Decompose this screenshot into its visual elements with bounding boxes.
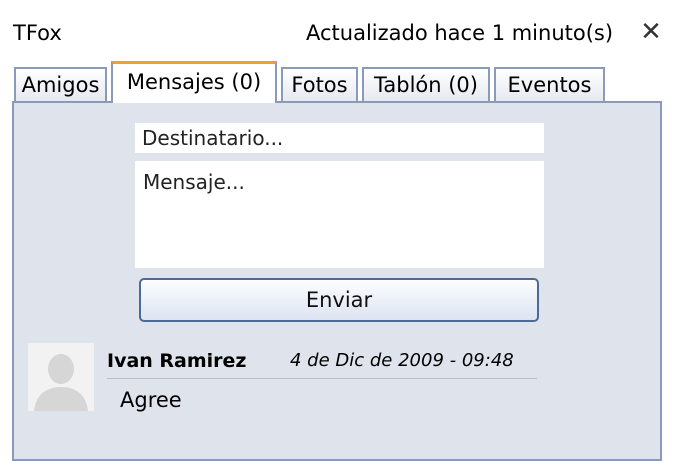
app-title: TFox [13, 21, 62, 45]
tab-tablon[interactable]: Tablón (0) [362, 67, 490, 102]
tab-mensajes[interactable]: Mensajes (0) [111, 61, 277, 103]
tab-amigos[interactable]: Amigos [14, 67, 107, 102]
default-user-silhouette-icon [28, 343, 94, 411]
message-author[interactable]: Ivan Ramirez [107, 350, 247, 372]
tab-eventos[interactable]: Eventos [494, 67, 605, 102]
title-bar: TFox Actualizado hace 1 minuto(s) ✕ [0, 0, 680, 62]
send-button[interactable]: Enviar [139, 278, 539, 322]
tab-label: Mensajes (0) [126, 70, 262, 94]
divider [107, 378, 537, 379]
close-icon[interactable]: ✕ [636, 17, 666, 47]
messages-panel: Enviar Ivan Ramirez 4 de Dic de 2009 - 0… [12, 101, 662, 461]
tab-label: Amigos [21, 73, 100, 97]
tab-fotos[interactable]: Fotos [281, 67, 358, 102]
recipient-input[interactable] [135, 123, 544, 153]
tab-label: Fotos [291, 73, 348, 97]
update-status: Actualizado hace 1 minuto(s) [306, 21, 614, 45]
message-textarea[interactable] [135, 161, 544, 268]
message-text: Agree [120, 388, 182, 412]
message-date: 4 de Dic de 2009 - 09:48 [290, 350, 514, 371]
tab-label: Tablón (0) [374, 73, 478, 97]
tab-label: Eventos [507, 73, 592, 97]
